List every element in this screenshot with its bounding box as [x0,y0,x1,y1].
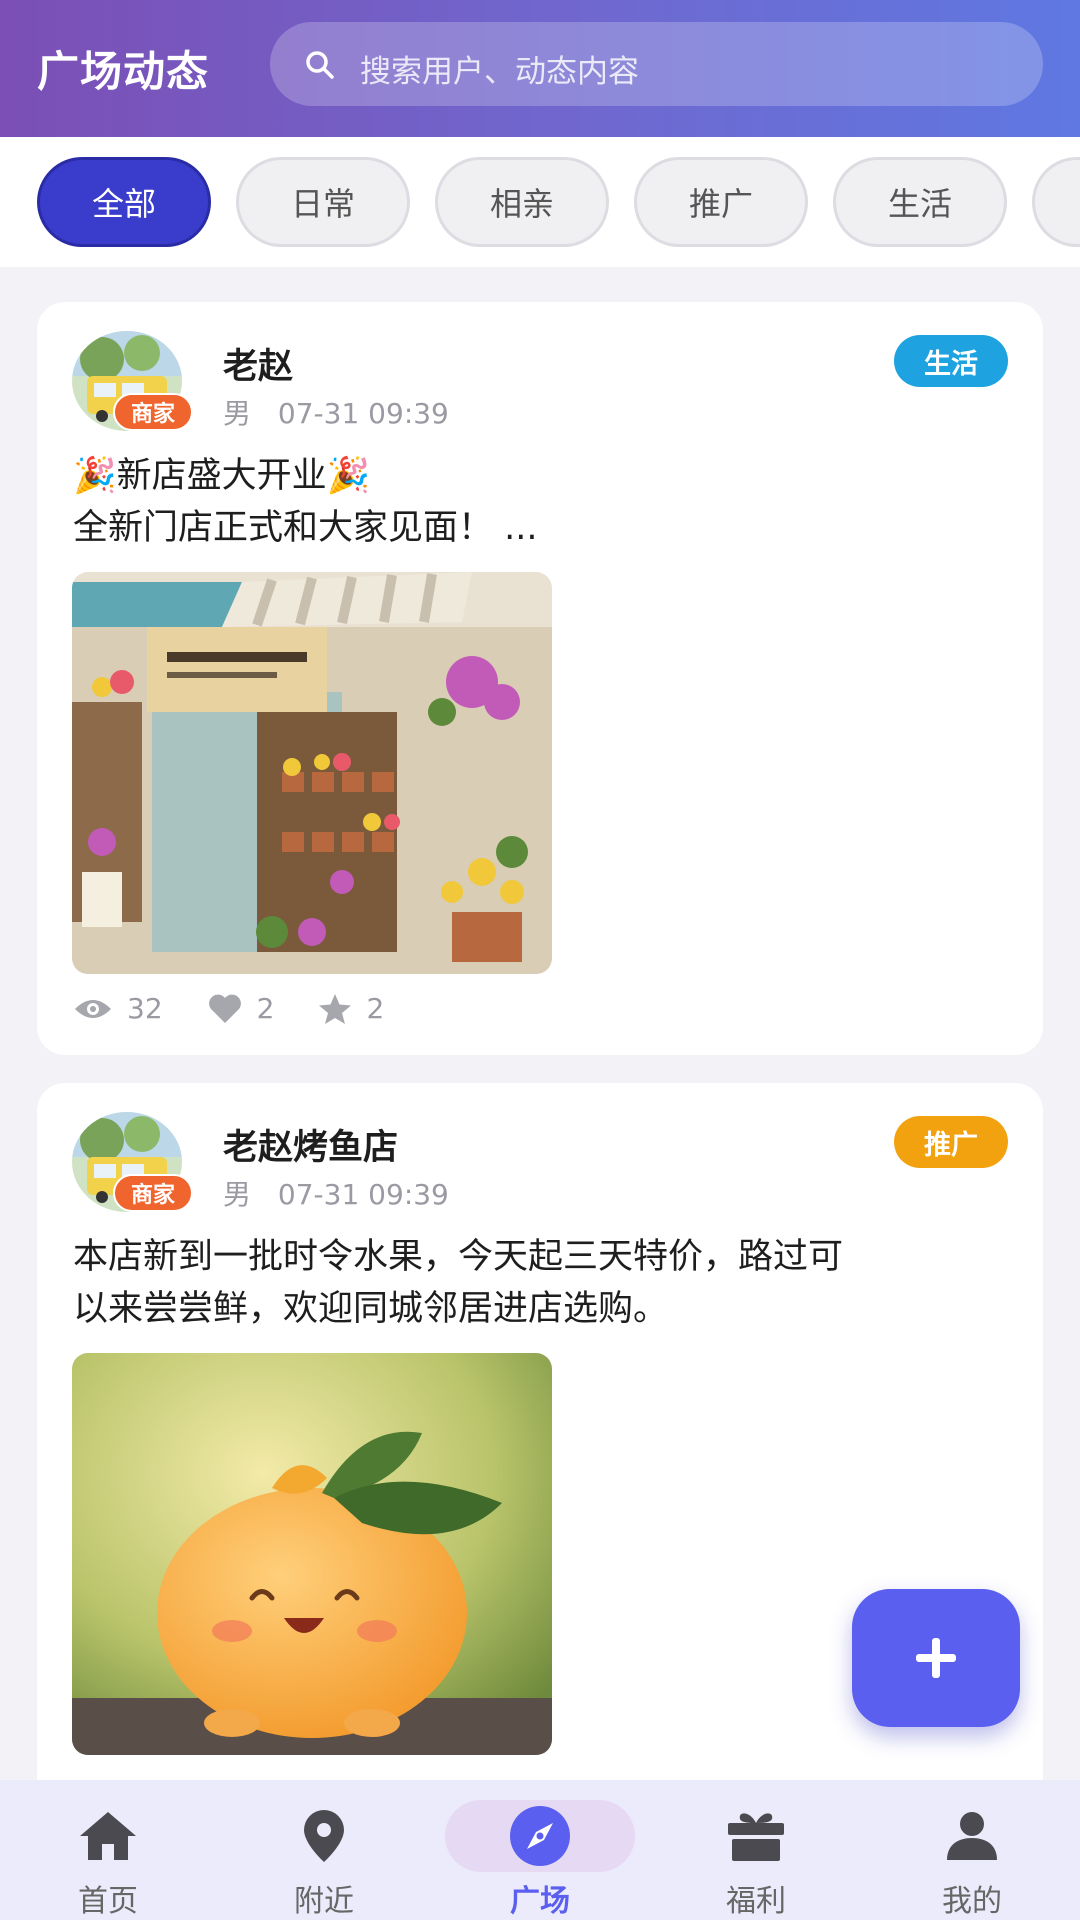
search-icon [306,51,334,79]
user-gender: 男 [223,397,252,430]
nav-label: 附近 [294,1884,354,1919]
page-title: 广场动态 [37,47,210,96]
bottom-nav: 首页 附近 广场 福利 我的 [0,1780,1080,1920]
view-count: 32 [73,992,163,1025]
post-card[interactable]: 商家 老赵 男 07-31 09:39 生活 🎉新店盛大开业🎉 全新门店正式和大… [37,302,1043,1055]
post-tag: 推广 [894,1116,1008,1168]
category-chip-all[interactable]: 全部 [37,157,211,247]
post-content: 🎉新店盛大开业🎉 全新门店正式和大家见面！ ... [73,450,1007,554]
post-content: 本店新到一批时令水果，今天起三天特价，路过可 以来尝尝鲜，欢迎同城邻居进店选购。 [73,1231,1007,1335]
star-icon [319,993,352,1024]
category-tabs: 全部 日常 相亲 推广 生活 [0,137,1080,267]
eye-icon [75,999,111,1018]
nav-label: 首页 [78,1884,138,1919]
category-chip-daily[interactable]: 日常 [236,157,410,247]
favorite-count[interactable]: 2 [318,992,384,1025]
like-count-value: 2 [256,992,275,1025]
user-name[interactable]: 老赵烤鱼店 [223,1119,398,1170]
nav-item-benefits[interactable]: 福利 [648,1780,864,1920]
merchant-badge: 商家 [113,393,193,431]
user-meta: 男 07-31 09:39 [223,392,449,432]
create-post-button[interactable] [852,1589,1020,1727]
nav-label: 广场 [510,1884,570,1919]
category-chip-more[interactable] [1032,157,1080,247]
nav-item-square[interactable]: 广场 [432,1780,648,1920]
user-meta: 男 07-31 09:39 [223,1173,449,1213]
like-count[interactable]: 2 [207,992,275,1025]
merchant-badge: 商家 [113,1174,193,1212]
category-chip-dating[interactable]: 相亲 [435,157,609,247]
user-icon [947,1812,997,1860]
post-text-line: 本店新到一批时令水果，今天起三天特价，路过可 [73,1237,844,1277]
heart-icon [208,994,241,1023]
compass-icon [510,1806,570,1866]
nav-item-nearby[interactable]: 附近 [216,1780,432,1920]
nav-label: 福利 [726,1884,786,1919]
post-text-line: 全新门店正式和大家见面！ ... [73,508,538,548]
view-count-value: 32 [127,992,163,1025]
post-time: 07-31 09:39 [277,397,449,430]
location-pin-icon [304,1810,344,1862]
nav-item-home[interactable]: 首页 [0,1780,216,1920]
favorite-count-value: 2 [366,992,385,1025]
plus-icon [916,1638,956,1678]
nav-item-mine[interactable]: 我的 [864,1780,1080,1920]
user-gender: 男 [223,1178,252,1211]
orange-character-photo [72,1353,552,1755]
post-text-line: 以来尝尝鲜，欢迎同城邻居进店选购。 [73,1289,669,1329]
user-name[interactable]: 老赵 [223,338,293,389]
post-text-line: 🎉新店盛大开业🎉 [73,456,371,496]
flower-shop-photo [72,572,552,974]
search-input[interactable]: 搜索用户、动态内容 [270,22,1043,106]
home-icon [80,1812,136,1860]
post-image[interactable] [72,572,552,974]
post-image[interactable] [72,1353,552,1755]
top-header: 广场动态 搜索用户、动态内容 [0,0,1080,137]
search-placeholder: 搜索用户、动态内容 [360,54,639,90]
nav-label: 我的 [942,1884,1002,1919]
category-chip-life[interactable]: 生活 [833,157,1007,247]
post-tag: 生活 [894,335,1008,387]
post-stats: 32 2 2 [73,992,428,1025]
category-chip-promotion[interactable]: 推广 [634,157,808,247]
post-time: 07-31 09:39 [277,1178,449,1211]
gift-icon [728,1813,784,1861]
